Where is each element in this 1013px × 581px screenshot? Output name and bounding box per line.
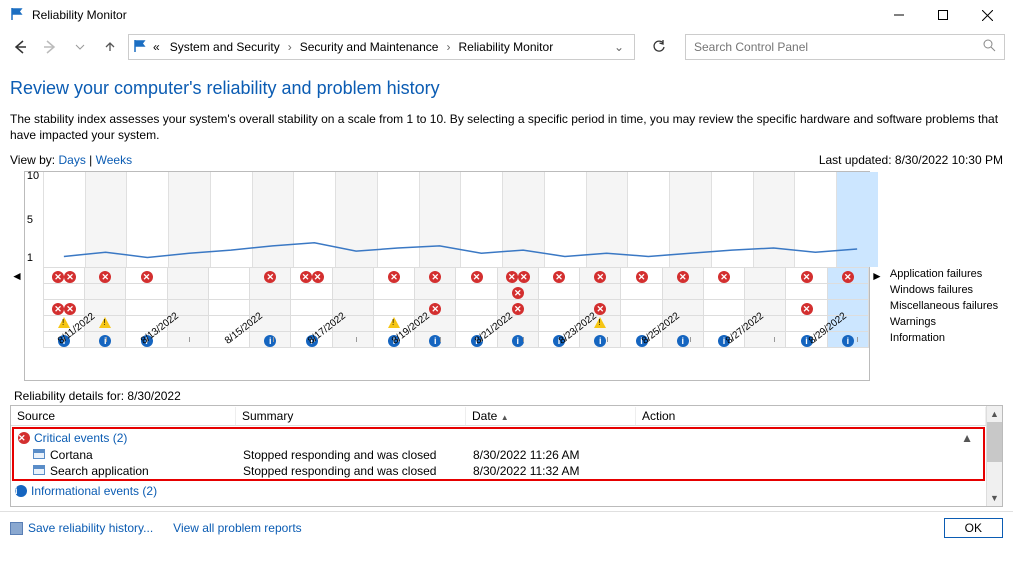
view-by-controls: View by: Days | Weeks — [10, 153, 132, 167]
view-weeks-link[interactable]: Weeks — [96, 153, 132, 167]
recent-dropdown[interactable] — [68, 35, 92, 59]
page-description: The stability index assesses your system… — [10, 111, 1003, 143]
col-action[interactable]: Action — [636, 407, 986, 425]
search-input[interactable] — [694, 40, 983, 54]
save-icon — [10, 522, 23, 535]
table-row[interactable]: Search application Stopped responding an… — [14, 463, 983, 479]
scroll-thumb[interactable] — [987, 422, 1002, 462]
reliability-chart: ◄ 10 5 1 ✕✕✕✕✕✕✕✕✕✕✕✕✕✕✕✕✕✕✕✕✕✕✕✕✕✕iiiii… — [10, 171, 1003, 381]
flag-icon — [10, 7, 24, 24]
main-content: Review your computer's reliability and p… — [0, 64, 1013, 507]
breadcrumb-ellipsis[interactable]: « — [149, 40, 164, 54]
search-box[interactable] — [685, 34, 1005, 60]
footer: Save reliability history... View all pro… — [0, 511, 1013, 544]
details-column-headers: Source Summary Date ▲ Action — [11, 406, 986, 426]
breadcrumb[interactable]: « System and Security › Security and Mai… — [128, 34, 635, 60]
critical-events-section[interactable]: ✕ Critical events (2) ▲ — [14, 429, 983, 447]
ok-button[interactable]: OK — [944, 518, 1003, 538]
chevron-down-icon[interactable]: ⌄ — [608, 40, 630, 54]
back-button[interactable] — [8, 35, 32, 59]
scroll-down-button[interactable]: ▼ — [987, 490, 1002, 506]
details-list: Source Summary Date ▲ Action ✕ Critical … — [10, 405, 1003, 507]
col-source[interactable]: Source — [11, 407, 236, 425]
view-reports-link[interactable]: View all problem reports — [173, 521, 302, 535]
scroll-up-button[interactable]: ▲ — [987, 406, 1002, 422]
highlighted-critical-events: ✕ Critical events (2) ▲ Cortana Stopped … — [12, 427, 985, 481]
chevron-right-icon: › — [444, 40, 452, 54]
error-icon: ✕ — [18, 432, 30, 444]
breadcrumb-item[interactable]: System and Security — [166, 40, 284, 54]
save-history-link[interactable]: Save reliability history... — [10, 521, 153, 535]
breadcrumb-item[interactable]: Reliability Monitor — [454, 40, 557, 54]
program-icon — [33, 449, 45, 459]
info-icon: i — [15, 485, 27, 497]
table-row[interactable]: Cortana Stopped responding and was close… — [14, 447, 983, 463]
forward-button[interactable] — [38, 35, 62, 59]
refresh-button[interactable] — [645, 34, 673, 60]
sort-asc-icon: ▲ — [501, 413, 509, 422]
minimize-button[interactable] — [877, 1, 921, 29]
up-button[interactable] — [98, 35, 122, 59]
last-updated: Last updated: 8/30/2022 10:30 PM — [819, 153, 1003, 167]
legend: Application failures Windows failures Mi… — [884, 171, 1003, 381]
details-header: Reliability details for: 8/30/2022 — [14, 389, 1003, 403]
scrollbar[interactable]: ▲ ▼ — [986, 406, 1002, 506]
chart-area[interactable]: 10 5 1 ✕✕✕✕✕✕✕✕✕✕✕✕✕✕✕✕✕✕✕✕✕✕✕✕✕✕iiiiiii… — [24, 171, 870, 381]
search-icon — [983, 39, 996, 55]
title-bar: Reliability Monitor — [0, 0, 1013, 30]
breadcrumb-item[interactable]: Security and Maintenance — [296, 40, 443, 54]
program-icon — [33, 465, 45, 475]
col-summary[interactable]: Summary — [236, 407, 466, 425]
close-button[interactable] — [965, 1, 1009, 29]
view-days-link[interactable]: Days — [58, 153, 85, 167]
line-plot — [43, 172, 869, 267]
collapse-icon[interactable]: ▲ — [961, 431, 979, 445]
col-date[interactable]: Date ▲ — [466, 407, 636, 425]
window-title: Reliability Monitor — [32, 8, 877, 22]
informational-events-section[interactable]: i Informational events (2) — [11, 482, 986, 500]
nav-bar: « System and Security › Security and Mai… — [0, 30, 1013, 64]
flag-icon — [133, 39, 147, 56]
chevron-right-icon: › — [286, 40, 294, 54]
chart-scroll-left[interactable]: ◄ — [10, 171, 24, 381]
maximize-button[interactable] — [921, 1, 965, 29]
page-title: Review your computer's reliability and p… — [10, 78, 1003, 99]
x-axis-labels: 8/11/20228/13/20228/15/20228/17/20228/19… — [43, 328, 869, 380]
